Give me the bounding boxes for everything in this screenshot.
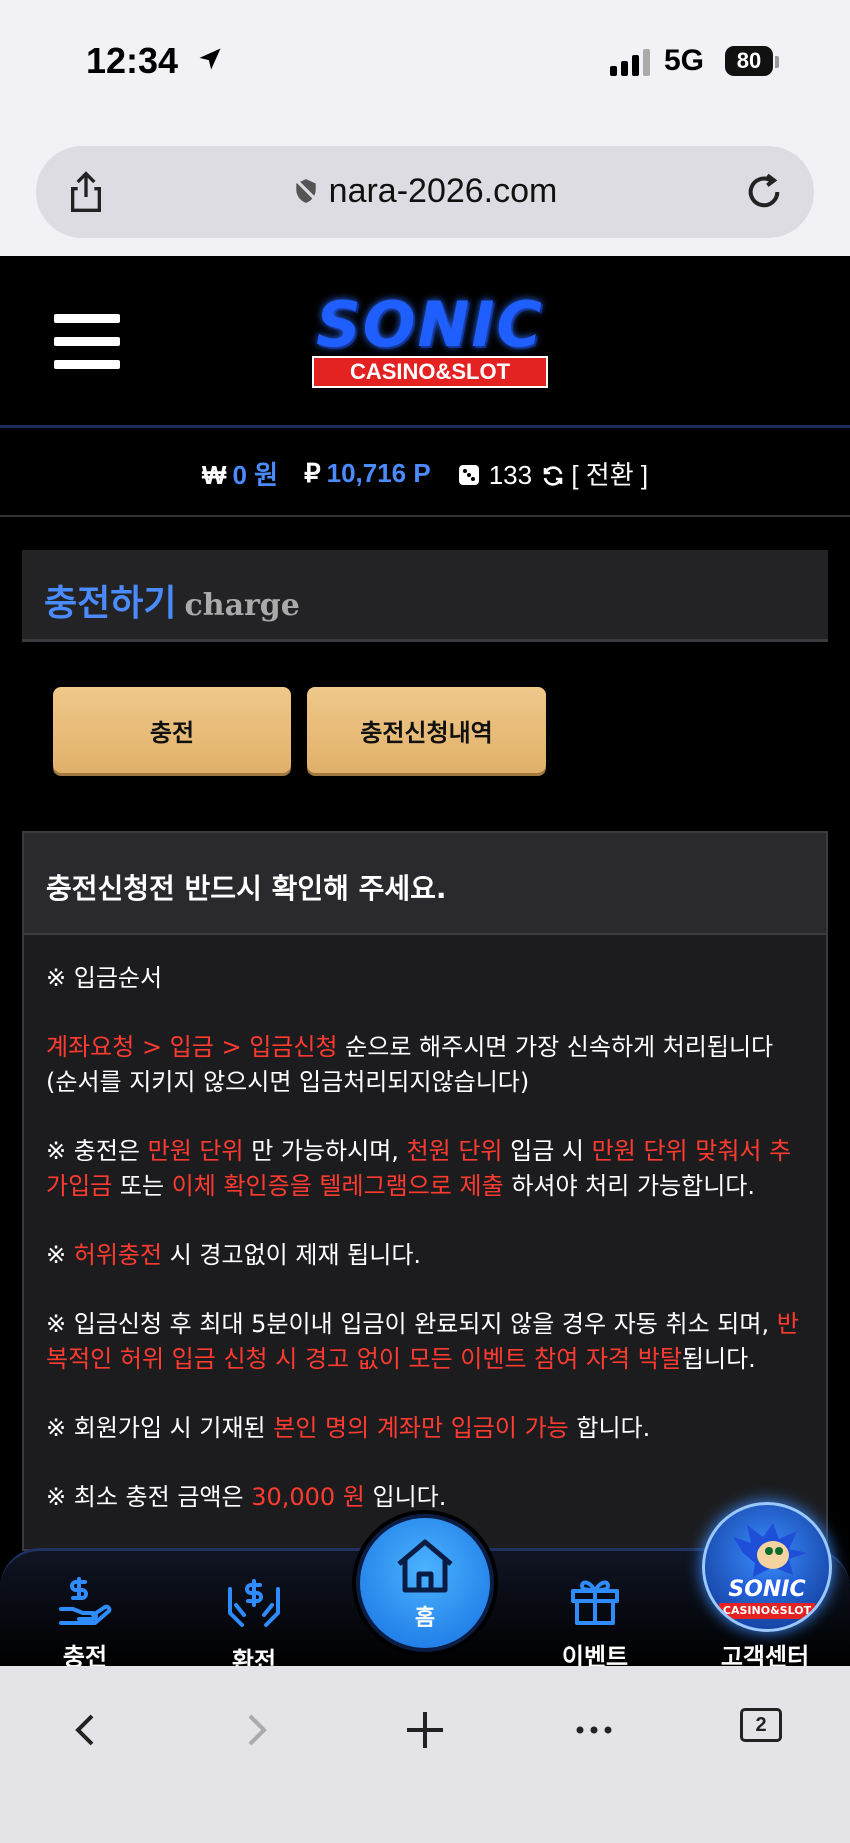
browser-toolbar: 2 bbox=[0, 1666, 850, 1843]
battery-icon: 80 bbox=[725, 46, 773, 76]
page-title: 충전하기 charge bbox=[22, 550, 828, 642]
nav-exchange[interactable]: 환전 bbox=[179, 1551, 329, 1675]
battery-cap bbox=[775, 56, 779, 68]
notice-item: ※ 충전은 만원 단위 만 가능하시며, 천원 단위 입금 시 만원 단위 맞춰… bbox=[46, 1137, 792, 1200]
browser-url-area: nara-2026.com bbox=[0, 128, 850, 256]
support-badge[interactable]: SONIC CASINO&SLOT bbox=[702, 1502, 832, 1632]
won-value: 0 원 bbox=[232, 459, 279, 490]
balance-bar: ₩0 원 ₽10,716 P 133 [ 전환 ] bbox=[0, 431, 850, 517]
badge-tagline: CASINO&SLOT bbox=[719, 1603, 815, 1619]
charge-button[interactable]: 충전 bbox=[53, 687, 291, 773]
tabs-button[interactable]: 2 bbox=[740, 1708, 782, 1742]
location-arrow-icon bbox=[199, 48, 221, 70]
mascot-icon bbox=[733, 1523, 807, 1577]
refresh-icon bbox=[544, 465, 563, 486]
page-title-ko: 충전하기 bbox=[44, 583, 177, 624]
nav-event[interactable]: 이벤트 bbox=[520, 1551, 670, 1671]
signal-icon bbox=[610, 48, 650, 76]
notice-item: ※ 최소 충전 금액은 30,000 원 입니다. bbox=[46, 1483, 447, 1511]
point-value: 10,716 P bbox=[326, 457, 431, 488]
status-time: 12:34 bbox=[86, 40, 179, 81]
point-balance: ₽10,716 P bbox=[304, 458, 431, 489]
logo-title: SONIC bbox=[316, 288, 544, 361]
dice-value: 133 bbox=[488, 459, 533, 490]
logo-tagline: CASINO&SLOT bbox=[312, 356, 548, 388]
charge-history-button[interactable]: 충전신청내역 bbox=[307, 687, 546, 773]
address-bar[interactable]: nara-2026.com bbox=[36, 146, 814, 238]
nav-charge[interactable]: 충전 bbox=[10, 1551, 160, 1671]
notice-item: ※ 회원가입 시 기재된 본인 명의 계좌만 입금이 가능 합니다. bbox=[46, 1414, 651, 1442]
reload-icon[interactable] bbox=[744, 170, 784, 214]
notice-body: ※ 입금순서 계좌요청 > 입금 > 입금신청 순으로 해주시면 가장 신속하게… bbox=[24, 935, 826, 1515]
menu-icon[interactable] bbox=[54, 314, 120, 370]
won-balance: ₩0 원 bbox=[202, 455, 278, 492]
hands-coin-icon bbox=[228, 1579, 280, 1627]
site-logo[interactable]: SONIC CASINO&SLOT bbox=[290, 292, 570, 392]
shield-slash-icon bbox=[294, 179, 318, 203]
url-display[interactable]: nara-2026.com bbox=[36, 172, 814, 211]
nav-home-button[interactable]: 홈 bbox=[356, 1514, 494, 1652]
home-icon bbox=[397, 1539, 453, 1593]
notice-box: 충전신청전 반드시 확인해 주세요. ※ 입금순서 계좌요청 > 입금 > 입금… bbox=[22, 831, 828, 1551]
notice-item: ※ 입금순서 bbox=[46, 964, 163, 992]
forward-icon[interactable] bbox=[226, 1700, 286, 1760]
hand-coin-icon bbox=[59, 1577, 112, 1625]
nav-home-label: 홈 bbox=[414, 1606, 436, 1631]
dice-icon bbox=[458, 464, 479, 485]
switch-button[interactable]: [ 전환 ] bbox=[571, 460, 648, 490]
point-symbol: ₽ bbox=[304, 457, 321, 488]
gift-icon bbox=[571, 1580, 619, 1625]
notice-item: ※ 허위충전 시 경고없이 제재 됩니다. bbox=[46, 1241, 422, 1269]
notice-item: ※ 입금신청 후 최대 5분이내 입금이 완료되지 않을 경우 자동 취소 되며… bbox=[46, 1310, 799, 1373]
more-icon[interactable] bbox=[564, 1700, 624, 1760]
new-tab-icon[interactable] bbox=[395, 1700, 455, 1760]
notice-heading: 충전신청전 반드시 확인해 주세요. bbox=[24, 833, 826, 935]
status-bar: 12:34 5G 80 bbox=[0, 0, 850, 128]
dice-balance[interactable]: 133 [ 전환 ] bbox=[457, 455, 648, 492]
site-header: SONIC CASINO&SLOT bbox=[0, 256, 850, 428]
network-label: 5G bbox=[664, 44, 705, 77]
back-icon[interactable] bbox=[56, 1700, 116, 1760]
notice-item: 계좌요청 > 입금 > 입금신청 순으로 해주시면 가장 신속하게 처리됩니다 … bbox=[46, 1033, 774, 1096]
badge-title: SONIC bbox=[728, 1577, 806, 1602]
won-symbol: ₩ bbox=[201, 459, 227, 490]
page-title-en: charge bbox=[184, 588, 300, 623]
url-text: nara-2026.com bbox=[328, 172, 558, 210]
